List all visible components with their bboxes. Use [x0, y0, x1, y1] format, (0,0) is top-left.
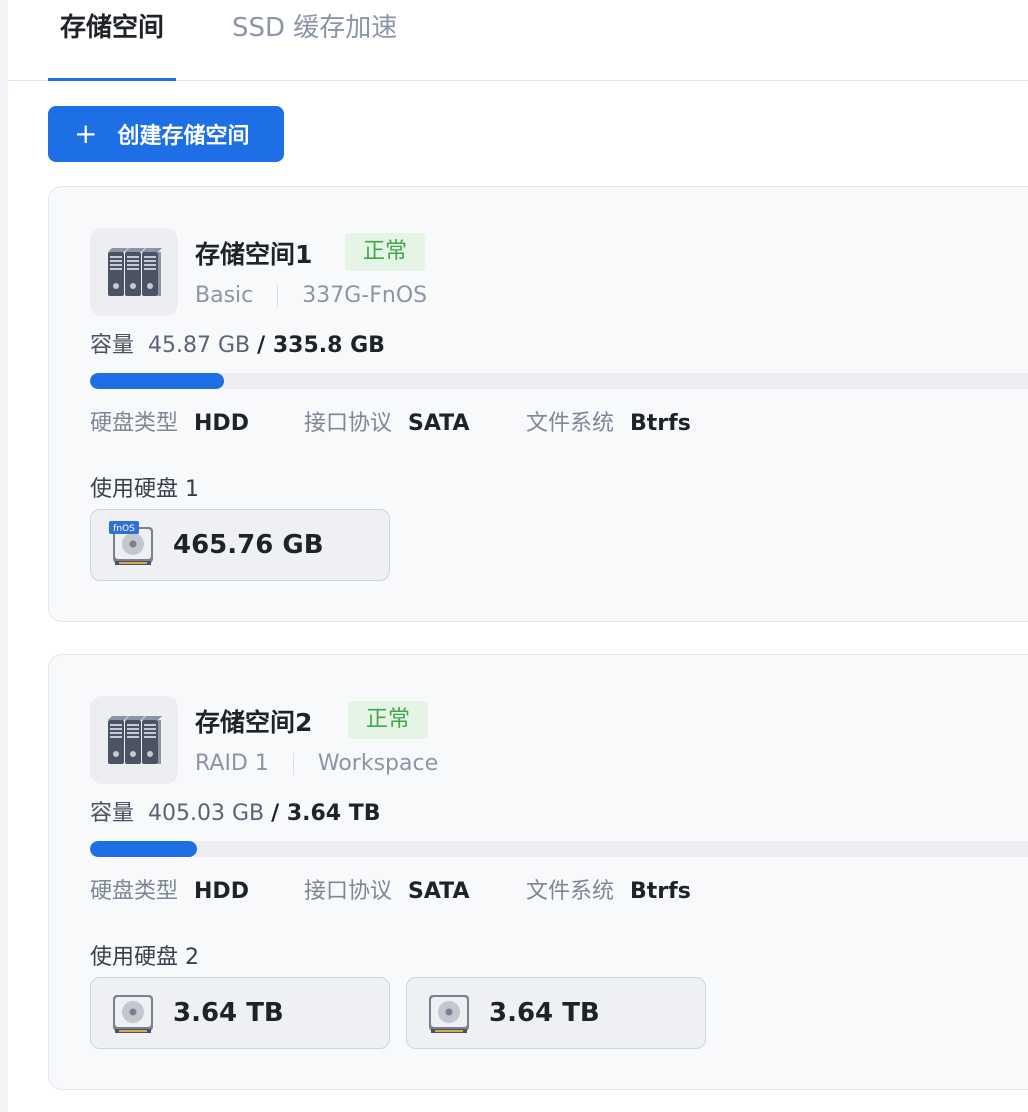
- server-rack-icon: [90, 228, 178, 316]
- storage-pool-card[interactable]: 存储空间2 正常 RAID 1 Workspace 容量 405.03 GB / …: [48, 654, 1028, 1090]
- attr-interface: 接口协议 SATA: [304, 405, 526, 437]
- hdd-icon: fnOS: [109, 521, 157, 569]
- attr-disk-type: 硬盘类型 HDD: [90, 873, 304, 905]
- disks-used-label: 使用硬盘 2: [90, 945, 199, 970]
- attr-value: SATA: [408, 879, 470, 904]
- disks-used-label: 使用硬盘 1: [90, 477, 199, 502]
- volume-name: 337G-FnOS: [302, 283, 428, 308]
- pool-name: 存储空间2: [195, 708, 313, 737]
- divider: [277, 284, 279, 307]
- raid-type: RAID 1: [195, 751, 269, 776]
- pool-meta: RAID 1 Workspace: [195, 751, 438, 776]
- create-storage-label: 创建存储空间: [117, 124, 250, 149]
- attr-value: HDD: [194, 411, 249, 436]
- status-badge: 正常: [348, 701, 429, 739]
- attr-key: 硬盘类型: [90, 879, 179, 904]
- create-storage-button[interactable]: + 创建存储空间: [48, 106, 284, 162]
- pool-name: 存储空间1: [195, 240, 313, 269]
- attr-filesystem: 文件系统 Btrfs: [526, 873, 691, 905]
- tab-ssd-cache[interactable]: SSD 缓存加速: [232, 0, 397, 80]
- attr-value: Btrfs: [630, 879, 691, 904]
- attr-key: 文件系统: [526, 411, 615, 436]
- pool-attributes: 硬盘类型 HDD 接口协议 SATA 文件系统 Btrfs: [90, 873, 691, 905]
- attr-value: SATA: [408, 411, 470, 436]
- hdd-icon: [425, 989, 473, 1037]
- capacity-progress-fill: [90, 841, 197, 857]
- disk-size: 3.64 TB: [173, 998, 284, 1028]
- hdd-icon: [109, 989, 157, 1037]
- raid-type: Basic: [195, 283, 254, 308]
- tab-bar: 存储空间 SSD 缓存加速: [8, 0, 1028, 81]
- capacity-used: 405.03 GB: [148, 801, 265, 826]
- attr-value: HDD: [194, 879, 249, 904]
- divider: [292, 752, 294, 775]
- plus-icon: +: [74, 117, 98, 150]
- capacity-progress-bar: [90, 373, 1028, 389]
- attr-key: 接口协议: [304, 879, 393, 904]
- capacity-label: 容量: [90, 801, 135, 826]
- attr-interface: 接口协议 SATA: [304, 873, 526, 905]
- disk-size: 3.64 TB: [489, 998, 600, 1028]
- disk-chip[interactable]: 3.64 TB: [90, 977, 390, 1049]
- attr-key: 接口协议: [304, 411, 393, 436]
- capacity-progress-bar: [90, 841, 1028, 857]
- disk-chip[interactable]: 3.64 TB: [406, 977, 706, 1049]
- fnos-badge: fnOS: [113, 524, 135, 534]
- volume-name: Workspace: [317, 751, 439, 776]
- attr-disk-type: 硬盘类型 HDD: [90, 405, 304, 437]
- capacity-used: 45.87 GB: [148, 333, 251, 358]
- attr-key: 文件系统: [526, 879, 615, 904]
- status-badge: 正常: [345, 233, 426, 271]
- capacity-total: / 335.8 GB: [257, 333, 385, 358]
- capacity-progress-fill: [90, 373, 225, 389]
- storage-pool-card[interactable]: 存储空间1 正常 Basic 337G-FnOS 容量 45.87 GB / 33…: [48, 186, 1028, 622]
- disk-chip[interactable]: fnOS 465.76 GB: [90, 509, 390, 581]
- tab-storage-space[interactable]: 存储空间: [48, 0, 176, 81]
- pool-attributes: 硬盘类型 HDD 接口协议 SATA 文件系统 Btrfs: [90, 405, 691, 437]
- capacity-total: / 3.64 TB: [271, 801, 381, 826]
- server-rack-icon: [90, 696, 178, 784]
- capacity-text: 容量 45.87 GB / 335.8 GB: [90, 327, 385, 359]
- attr-filesystem: 文件系统 Btrfs: [526, 405, 691, 437]
- pool-meta: Basic 337G-FnOS: [195, 283, 427, 308]
- attr-value: Btrfs: [630, 411, 691, 436]
- capacity-label: 容量: [90, 333, 135, 358]
- left-sidebar-edge: [0, 0, 8, 1112]
- disk-size: 465.76 GB: [173, 530, 324, 560]
- capacity-text: 容量 405.03 GB / 3.64 TB: [90, 795, 381, 827]
- attr-key: 硬盘类型: [90, 411, 179, 436]
